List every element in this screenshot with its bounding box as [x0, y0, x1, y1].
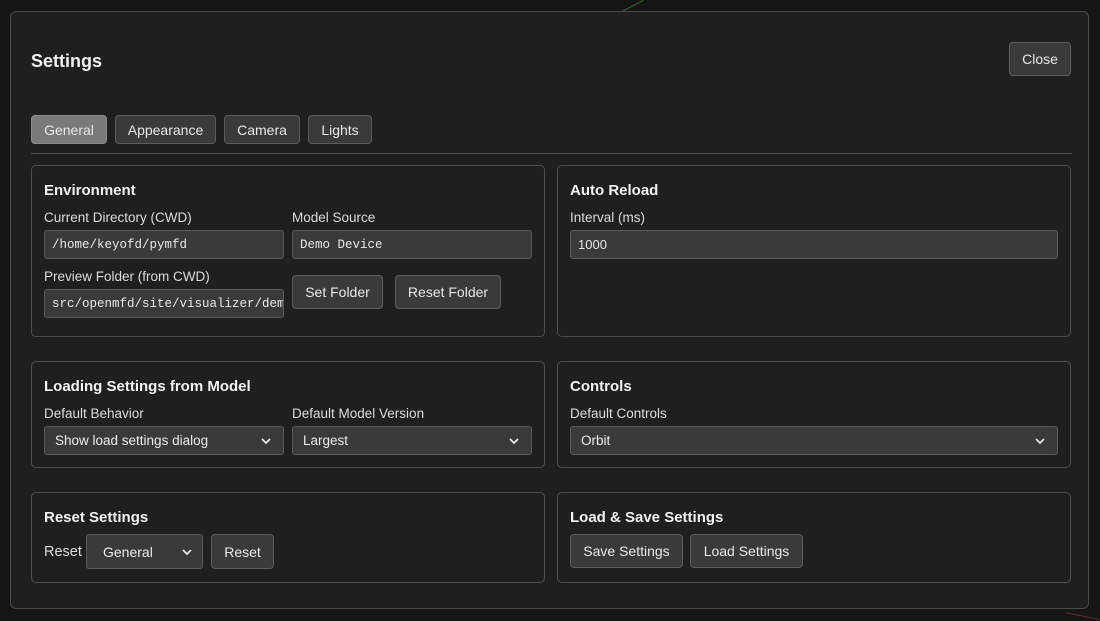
- load-settings-button[interactable]: Load Settings: [690, 534, 803, 568]
- loading-settings-title: Loading Settings from Model: [44, 378, 251, 395]
- environment-panel: Environment Current Directory (CWD) /hom…: [31, 165, 545, 337]
- default-version-value: Largest: [303, 433, 349, 448]
- interval-field[interactable]: 1000: [570, 230, 1058, 259]
- controls-panel: Controls Default Controls Orbit: [557, 361, 1071, 468]
- auto-reload-panel: Auto Reload Interval (ms) 1000: [557, 165, 1071, 337]
- set-folder-button[interactable]: Set Folder: [292, 275, 383, 309]
- default-behavior-select[interactable]: Show load settings dialog: [44, 426, 284, 455]
- reset-button[interactable]: Reset: [211, 534, 274, 569]
- cwd-field[interactable]: /home/keyofd/pymfd: [44, 230, 284, 259]
- tab-appearance[interactable]: Appearance: [115, 115, 216, 144]
- reset-scope-value: General: [103, 543, 153, 560]
- chevron-down-icon: [261, 437, 271, 444]
- interval-label: Interval (ms): [570, 210, 646, 225]
- loading-settings-panel: Loading Settings from Model Default Beha…: [31, 361, 545, 468]
- default-version-select[interactable]: Largest: [292, 426, 532, 455]
- load-save-panel: Load & Save Settings Save Settings Load …: [557, 492, 1071, 583]
- reset-settings-title: Reset Settings: [44, 509, 149, 526]
- background-axis-line: [1065, 612, 1100, 621]
- chevron-down-icon: [1035, 437, 1045, 444]
- chevron-down-icon: [182, 548, 192, 555]
- settings-dialog: Settings Close General Appearance Camera…: [10, 11, 1089, 609]
- reset-scope-select[interactable]: General: [86, 534, 203, 569]
- dialog-title: Settings: [31, 51, 103, 71]
- environment-title: Environment: [44, 182, 136, 199]
- default-controls-label: Default Controls: [570, 406, 667, 421]
- model-source-label: Model Source: [292, 210, 376, 225]
- default-behavior-value: Show load settings dialog: [55, 433, 209, 448]
- tab-lights[interactable]: Lights: [308, 115, 372, 144]
- default-controls-select[interactable]: Orbit: [570, 426, 1058, 455]
- cwd-label: Current Directory (CWD): [44, 210, 192, 225]
- close-button[interactable]: Close: [1009, 42, 1071, 76]
- tab-divider: [31, 153, 1072, 154]
- reset-prefix-label: Reset: [44, 544, 82, 560]
- save-settings-button[interactable]: Save Settings: [570, 534, 683, 568]
- controls-title: Controls: [570, 378, 632, 395]
- default-version-label: Default Model Version: [292, 406, 425, 421]
- reset-folder-button[interactable]: Reset Folder: [395, 275, 501, 309]
- chevron-down-icon: [509, 437, 519, 444]
- default-behavior-label: Default Behavior: [44, 406, 144, 421]
- default-controls-value: Orbit: [581, 433, 611, 448]
- load-save-title: Load & Save Settings: [570, 509, 724, 526]
- model-source-field[interactable]: Demo Device: [292, 230, 532, 259]
- reset-settings-panel: Reset Settings Reset General Reset: [31, 492, 545, 583]
- tab-general[interactable]: General: [31, 115, 107, 144]
- preview-folder-label: Preview Folder (from CWD): [44, 269, 210, 284]
- tab-camera[interactable]: Camera: [224, 115, 300, 144]
- auto-reload-title: Auto Reload: [570, 182, 659, 199]
- preview-folder-field[interactable]: src/openmfd/site/visualizer/demo: [44, 289, 284, 318]
